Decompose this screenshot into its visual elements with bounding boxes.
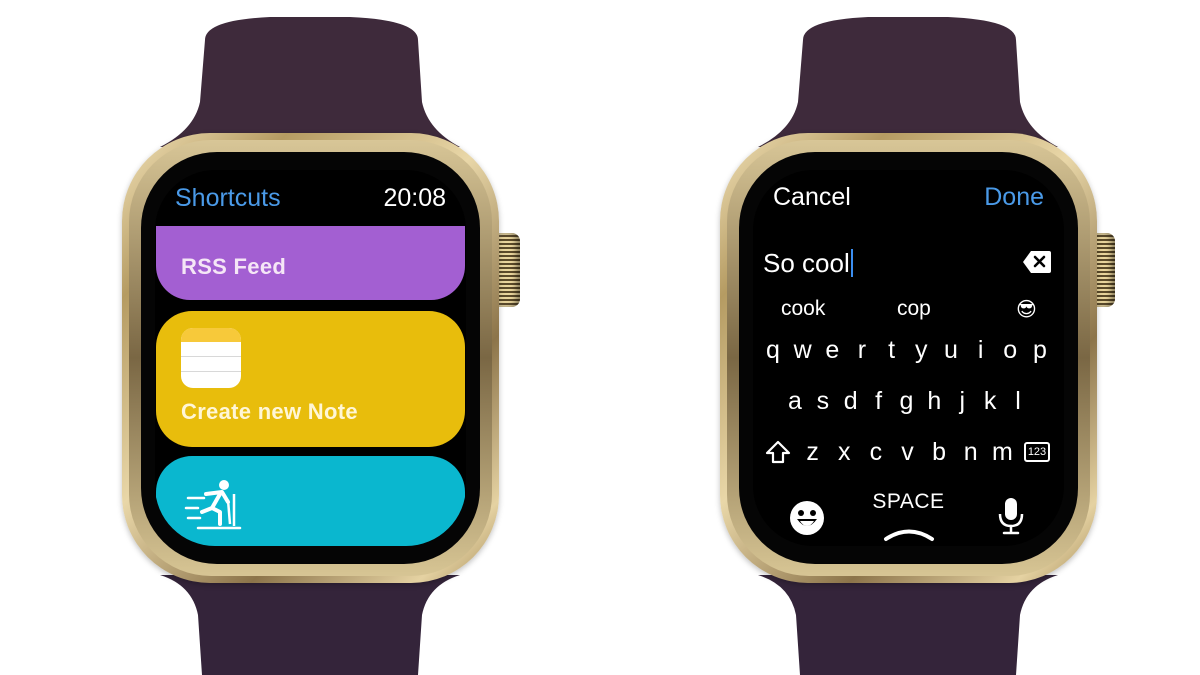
key-v[interactable]: v xyxy=(896,438,920,467)
key-g[interactable]: g xyxy=(895,387,919,416)
watch-case: Cancel Done So cool cook cop 😎 q w e r t… xyxy=(720,133,1097,583)
text-input-value[interactable]: So cool xyxy=(763,248,853,279)
chevron-up-icon[interactable] xyxy=(883,526,935,542)
watch-left: Shortcuts 20:08 RSS Feed Create new Note xyxy=(100,0,520,675)
keyboard-row-2: a s d f g h j k l xyxy=(783,384,1030,418)
key-c[interactable]: c xyxy=(864,438,888,467)
key-y[interactable]: y xyxy=(909,336,933,365)
notes-icon xyxy=(181,328,241,388)
shift-icon xyxy=(765,440,791,464)
key-z[interactable]: z xyxy=(801,438,825,467)
shortcuts-header: Shortcuts 20:08 xyxy=(175,184,446,218)
key-x[interactable]: x xyxy=(832,438,856,467)
key-d[interactable]: d xyxy=(839,387,863,416)
text-caret xyxy=(850,249,853,277)
watch-right: Cancel Done So cool cook cop 😎 q w e r t… xyxy=(698,0,1118,675)
shortcut-tile-create-note[interactable]: Create new Note xyxy=(156,311,465,447)
numbers-key[interactable]: 123 xyxy=(1022,439,1052,465)
cross-country-skiing-icon xyxy=(184,480,242,530)
key-i[interactable]: i xyxy=(969,336,993,365)
watch-band-top xyxy=(758,12,1058,147)
delete-backspace-icon[interactable] xyxy=(1022,250,1052,274)
suggestion-bar: cook cop 😎 xyxy=(763,297,1054,327)
key-u[interactable]: u xyxy=(939,336,963,365)
key-m[interactable]: m xyxy=(990,438,1014,467)
text-input[interactable]: So cool xyxy=(763,248,1054,284)
key-n[interactable]: n xyxy=(959,438,983,467)
key-q[interactable]: q xyxy=(761,336,785,365)
watch-band-top xyxy=(160,12,460,147)
key-f[interactable]: f xyxy=(867,387,891,416)
microphone-icon[interactable] xyxy=(996,496,1026,536)
key-a[interactable]: a xyxy=(783,387,807,416)
shift-key[interactable] xyxy=(763,439,793,465)
watch-band-bottom xyxy=(758,575,1058,675)
numbers-key-label: 123 xyxy=(1023,442,1051,462)
keyboard-row-1: q w e r t y u i o p xyxy=(761,333,1052,367)
suggestion-item[interactable]: cook xyxy=(781,297,825,321)
key-h[interactable]: h xyxy=(922,387,946,416)
key-j[interactable]: j xyxy=(950,387,974,416)
tile-label: Create new Note xyxy=(181,399,358,424)
suggestion-emoji[interactable]: 😎 xyxy=(1016,297,1037,322)
watch-screen: Cancel Done So cool cook cop 😎 q w e r t… xyxy=(753,170,1064,546)
shortcut-tile-skiing[interactable]: zen Kaiserwinkl xyxy=(156,456,465,546)
shortcut-tile-rss-feed[interactable]: RSS Feed xyxy=(156,226,465,300)
key-o[interactable]: o xyxy=(998,336,1022,365)
clock-time: 20:08 xyxy=(383,184,446,212)
app-title[interactable]: Shortcuts xyxy=(175,184,281,213)
watch-band-bottom xyxy=(160,575,460,675)
input-value-text: So cool xyxy=(763,248,850,278)
key-w[interactable]: w xyxy=(791,336,815,365)
watch-case: Shortcuts 20:08 RSS Feed Create new Note xyxy=(122,133,499,583)
key-s[interactable]: s xyxy=(811,387,835,416)
key-p[interactable]: p xyxy=(1028,336,1052,365)
done-button[interactable]: Done xyxy=(984,183,1044,212)
key-l[interactable]: l xyxy=(1006,387,1030,416)
key-r[interactable]: r xyxy=(850,336,874,365)
tile-label: RSS Feed xyxy=(181,254,287,279)
cancel-button[interactable]: Cancel xyxy=(773,183,851,212)
key-t[interactable]: t xyxy=(880,336,904,365)
watch-screen: Shortcuts 20:08 RSS Feed Create new Note xyxy=(155,170,466,546)
key-b[interactable]: b xyxy=(927,438,951,467)
keyboard-row-3: z x c v b n m 123 xyxy=(763,435,1052,469)
key-k[interactable]: k xyxy=(978,387,1002,416)
suggestion-item[interactable]: cop xyxy=(897,297,931,321)
key-e[interactable]: e xyxy=(820,336,844,365)
keyboard-header: Cancel Done xyxy=(773,183,1044,217)
